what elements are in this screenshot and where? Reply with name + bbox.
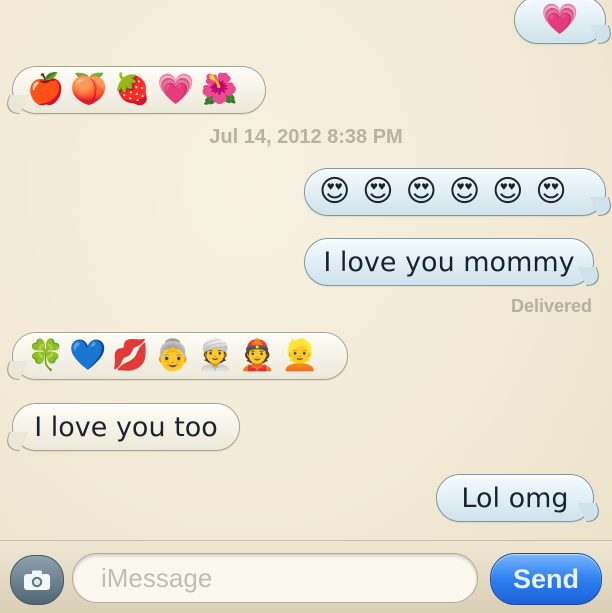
emoji: 🌺	[200, 72, 238, 107]
emoji: 😍	[535, 174, 567, 209]
message-text: I love you mommy	[323, 246, 575, 278]
message-text: Lol omg	[461, 482, 569, 514]
emoji: 💗	[541, 2, 579, 37]
message-bubble-outgoing[interactable]: Lol omg	[436, 474, 594, 522]
emoji: 👲	[238, 338, 277, 373]
emoji: 👳	[196, 338, 234, 373]
emoji: 🍓	[113, 72, 152, 107]
message-text: I love you too	[34, 411, 218, 443]
message-bubble-incoming[interactable]: 🍀 💙 💋 👵 👳 👲 👱	[12, 332, 348, 380]
message-bubble-outgoing[interactable]: I love you mommy	[304, 238, 594, 286]
emoji: 👱	[281, 338, 319, 373]
emoji: 🍎	[27, 72, 65, 107]
message-bubble-outgoing[interactable]: 💗	[514, 0, 606, 44]
emoji: 😍	[405, 174, 437, 209]
message-input[interactable]	[72, 553, 478, 603]
emoji: 😍	[362, 174, 394, 209]
emoji: 👵	[154, 338, 192, 373]
message-thread[interactable]: 💗 🍎 🍑 🍓 💗 🌺 Jul 14, 2012 8:38 PM 😍 😍 😍 😍…	[0, 0, 612, 540]
emoji: 🍀	[27, 338, 65, 373]
send-button[interactable]: Send	[490, 553, 602, 605]
message-timestamp: Jul 14, 2012 8:38 PM	[209, 126, 403, 148]
emoji: 💋	[111, 338, 150, 373]
message-bubble-incoming[interactable]: 🍎 🍑 🍓 💗 🌺	[12, 66, 266, 114]
emoji: 😍	[448, 174, 481, 209]
composer-bar: Send	[0, 540, 612, 613]
message-bubble-incoming[interactable]: I love you too	[12, 403, 240, 451]
emoji: 😍	[492, 174, 524, 209]
emoji: 🍑	[70, 72, 108, 107]
emoji: 💙	[69, 338, 107, 373]
emoji: 😍	[319, 174, 351, 209]
delivery-status: Delivered	[510, 296, 592, 316]
camera-icon	[24, 570, 50, 590]
message-bubble-outgoing[interactable]: 😍 😍 😍 😍 😍 😍	[304, 168, 606, 216]
emoji: 💗	[157, 72, 195, 107]
camera-button[interactable]	[10, 555, 64, 605]
